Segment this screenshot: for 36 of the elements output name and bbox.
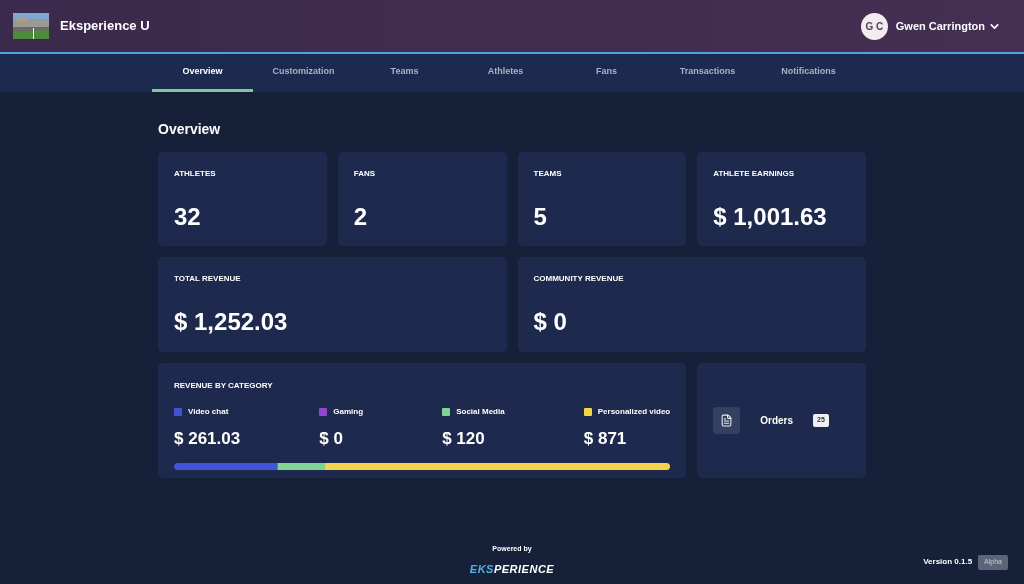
category-value: $ 871 xyxy=(583,428,628,450)
stat-label: ATHLETE EARNINGS xyxy=(713,168,795,180)
nav-tab[interactable]: Athletes xyxy=(455,54,556,92)
nav-tab[interactable]: Fans xyxy=(556,54,657,92)
user-menu[interactable]: Gwen Carrington xyxy=(895,17,1001,35)
nav-tab[interactable]: Notifications xyxy=(758,54,859,92)
stat-value: $ 1,252.03 xyxy=(174,307,289,337)
nav-tab[interactable]: Customization xyxy=(253,54,354,92)
category-name: Personalized video xyxy=(597,406,671,418)
stat-value: 2 xyxy=(353,202,369,232)
nav-tab[interactable]: Transactions xyxy=(657,54,758,92)
stat-value: $ 0 xyxy=(533,307,568,337)
category-value: $ 261.03 xyxy=(174,428,241,450)
page-title: Overview xyxy=(158,120,222,139)
stat-label: FANS xyxy=(353,168,377,180)
stat-value: 5 xyxy=(533,202,548,232)
brand-name: Eksperience U xyxy=(60,17,150,36)
document-icon xyxy=(713,407,741,434)
category-name: Video chat xyxy=(188,406,229,418)
category-name: Social Media xyxy=(456,406,505,418)
stat-label: ATHLETES xyxy=(174,168,217,180)
nav-tab[interactable]: Teams xyxy=(354,54,455,92)
category-name: Gaming xyxy=(333,406,364,418)
brand-logo: EKSPERIENCE xyxy=(469,561,555,577)
card-title: REVENUE BY CATEGORY xyxy=(174,380,274,392)
stat-value: 32 xyxy=(174,202,202,232)
stat-value: $ 1,001.63 xyxy=(713,202,828,232)
stat-label: TOTAL REVENUE xyxy=(174,273,242,285)
category-value: $ 120 xyxy=(442,428,486,450)
orders-label: Orders xyxy=(760,414,794,428)
stat-label: COMMUNITY REVENUE xyxy=(533,273,625,285)
nav-tab[interactable]: Overview xyxy=(152,54,253,92)
version-text: Version 0.1.5 xyxy=(923,556,973,569)
stat-label: TEAMS xyxy=(533,168,563,180)
category-value: $ 0 xyxy=(319,428,344,450)
user-avatar[interactable]: G C xyxy=(860,12,888,40)
